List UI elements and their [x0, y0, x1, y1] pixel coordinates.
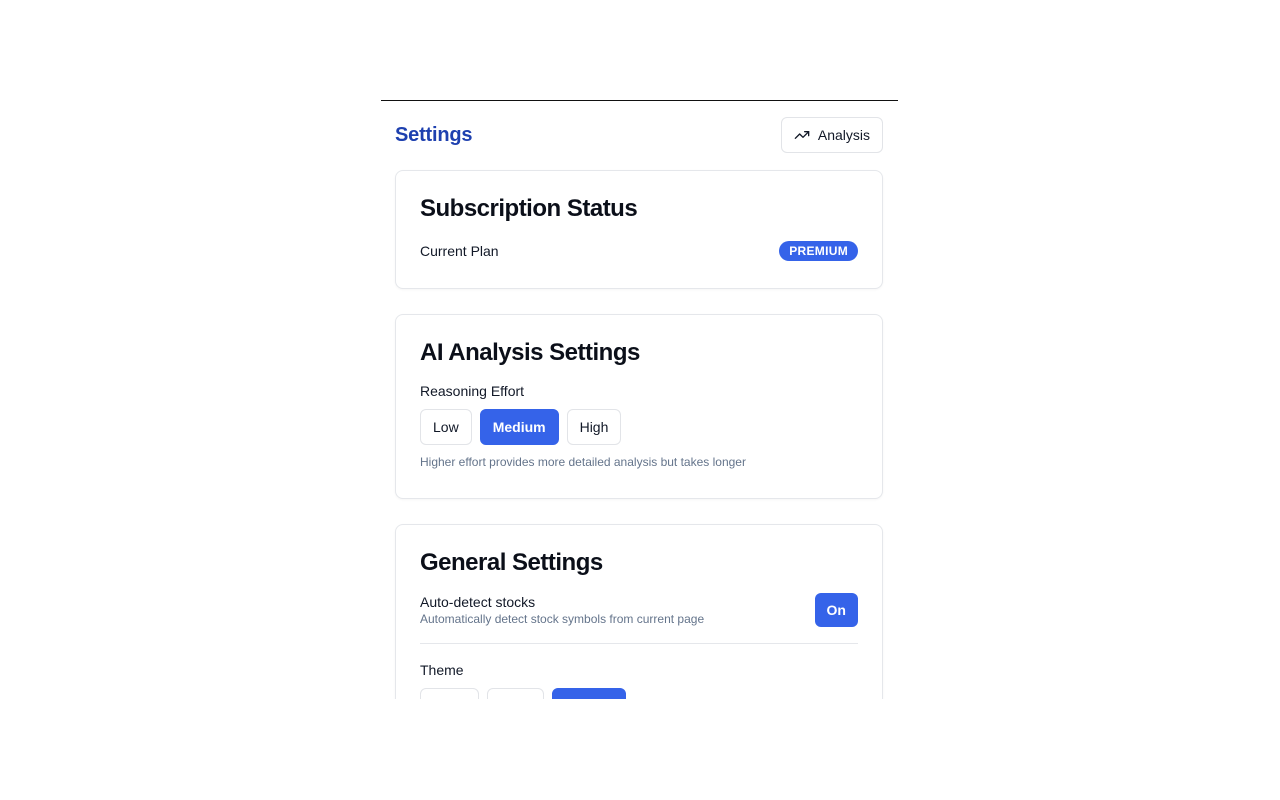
theme-option-2[interactable]	[487, 688, 544, 699]
auto-detect-text: Auto-detect stocks Automatically detect …	[420, 594, 704, 626]
auto-detect-row: Auto-detect stocks Automatically detect …	[420, 593, 858, 627]
auto-detect-toggle[interactable]: On	[814, 593, 858, 627]
subscription-title: Subscription Status	[420, 195, 638, 222]
settings-header: Settings Analysis	[395, 117, 883, 153]
trending-up-icon	[794, 127, 810, 143]
reasoning-low-button[interactable]: Low	[420, 409, 472, 445]
auto-detect-label: Auto-detect stocks	[420, 594, 536, 610]
current-plan-row: Current Plan PREMIUM	[420, 241, 858, 261]
analysis-button[interactable]: Analysis	[780, 117, 883, 153]
current-plan-label: Current Plan	[420, 243, 499, 259]
reasoning-medium-button[interactable]: Medium	[479, 409, 559, 445]
auto-detect-description: Automatically detect stock symbols from …	[420, 612, 705, 626]
ai-settings-card: AI Analysis Settings Reasoning Effort Lo…	[395, 314, 883, 499]
theme-label: Theme	[420, 662, 464, 678]
general-settings-card: General Settings Auto-detect stocks Auto…	[395, 524, 883, 699]
theme-option-1[interactable]	[420, 688, 479, 699]
page-title: Settings	[395, 123, 473, 146]
general-settings-title: General Settings	[420, 549, 603, 576]
reasoning-hint: Higher effort provides more detailed ana…	[420, 455, 746, 469]
analysis-button-label: Analysis	[817, 127, 870, 143]
reasoning-high-button[interactable]: High	[566, 409, 622, 445]
divider	[420, 643, 858, 644]
theme-selector	[420, 688, 858, 699]
reasoning-effort-selector: Low Medium High	[420, 409, 858, 445]
plan-badge: PREMIUM	[779, 241, 858, 261]
ai-settings-title: AI Analysis Settings	[420, 339, 640, 366]
theme-option-3[interactable]	[552, 688, 626, 699]
settings-panel: Settings Analysis Subscription Status Cu…	[381, 100, 898, 699]
reasoning-effort-label: Reasoning Effort	[420, 383, 525, 399]
subscription-card: Subscription Status Current Plan PREMIUM	[395, 170, 883, 289]
